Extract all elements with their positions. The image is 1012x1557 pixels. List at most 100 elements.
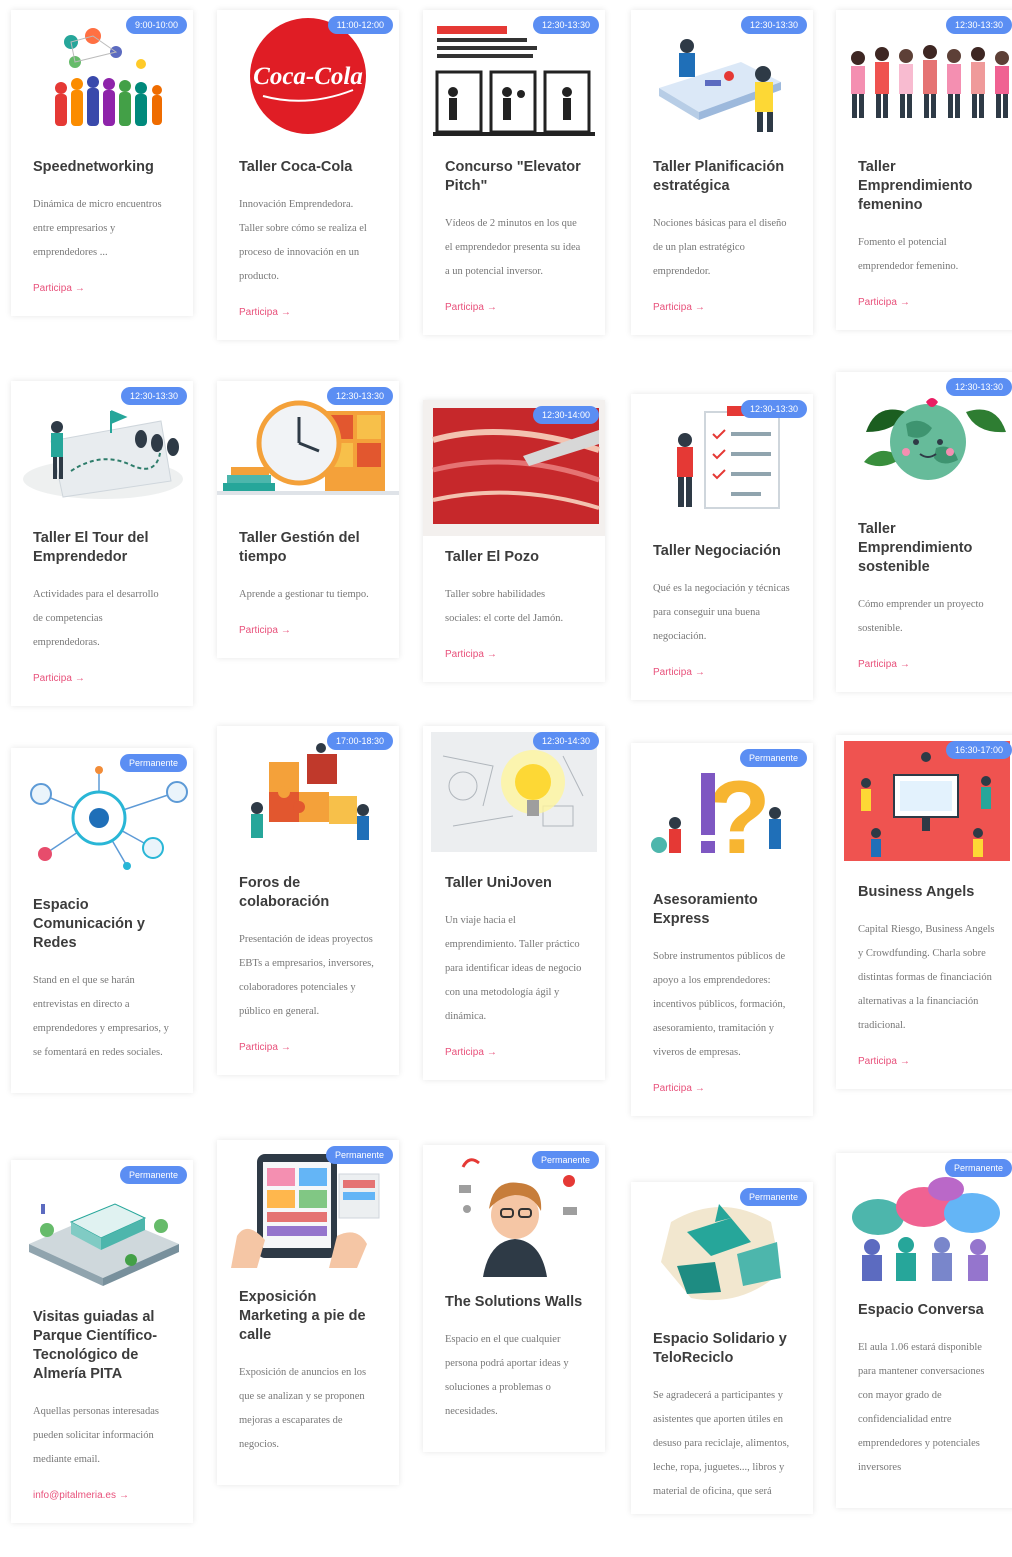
card-image: Permanente [423,1145,605,1281]
participa-link[interactable]: Participa → [653,302,705,313]
participa-label: Participa [239,625,278,636]
arrow-icon: → [118,1490,129,1501]
time-badge: 11:00-12:00 [327,16,393,34]
participa-link[interactable]: Participa → [239,625,291,636]
time-badge: 17:00-18:30 [326,732,393,750]
participa-link[interactable]: Participa → [445,1047,497,1058]
participa-label: Participa [653,302,692,313]
event-card[interactable]: 17:00-18:30 Foros de colaboración Presen… [217,726,399,1075]
arrow-icon: → [899,297,910,308]
participa-link[interactable]: Participa → [239,1042,291,1053]
arrow-icon: → [280,1042,291,1053]
card-image: Permanente [11,748,193,884]
event-card[interactable]: ? Permanente Asesoramiento Express Sobre… [631,743,813,1116]
participa-link[interactable]: Participa → [653,1083,705,1094]
event-card[interactable]: 12:30-13:30 Concurso "Elevator Pitch" Ví… [423,10,605,335]
arrow-icon: → [486,649,497,660]
card-description: Actividades para el desarrollo de compet… [33,589,159,648]
arrow-icon: → [486,1047,497,1058]
event-card[interactable]: 9:00-10:00 Speednetworking Dinámica de m… [11,10,193,316]
participa-link[interactable]: Participa → [858,659,910,670]
card-description: Dinámica de micro encuentros entre empre… [33,199,162,258]
card-image: Permanente [836,1153,1012,1289]
time-badge: 12:30-13:30 [740,400,807,418]
card-title: Taller Coca-Cola [239,159,353,175]
card-image: 9:00-10:00 [11,10,193,146]
card-description: Vídeos de 2 minutos en los que el empren… [445,218,581,277]
event-card[interactable]: 12:30-13:30 Taller Emprendimiento femeni… [836,10,1012,330]
time-badge: Permanente [944,1159,1012,1177]
event-card[interactable]: 12:30-13:30 Taller Planificación estraté… [631,10,813,335]
card-image: 12:30-13:30 [836,372,1012,508]
svg-text:?: ? [707,760,771,876]
arrow-icon: → [694,1083,705,1094]
participa-link[interactable]: Participa → [33,673,85,684]
event-card[interactable]: 12:30-13:30 Taller El Tour del Emprended… [11,381,193,706]
participa-link[interactable]: Participa → [445,302,497,313]
time-badge: 12:30-14:30 [532,732,599,750]
card-image: 12:30-13:30 [631,10,813,146]
card-title: Asesoramiento Express [653,892,758,927]
time-badge: Permanente [531,1151,599,1169]
card-image: 12:30-14:00 [423,400,605,536]
email-link[interactable]: info@pitalmeria.es → [33,1490,129,1501]
time-badge: Permanente [739,749,807,767]
card-title: Foros de colaboración [239,875,330,910]
arrow-icon: → [280,307,291,318]
event-card[interactable]: Permanente Exposición Marketing a pie de… [217,1140,399,1485]
event-card[interactable]: 12:30-14:30 Taller UniJoven Un viaje hac… [423,726,605,1080]
card-description: Qué es la negociación y técnicas para co… [653,583,790,642]
participa-label: Participa [858,297,897,308]
participa-link[interactable]: Participa → [33,283,85,294]
card-description: Sobre instrumentos públicos de apoyo a l… [653,951,786,1058]
card-description: Exposición de anuncios en los que se ana… [239,1367,367,1450]
event-card[interactable]: Coca-Cola 11:00-12:00 Taller Coca-Cola I… [217,10,399,340]
card-title: Taller Emprendimiento sostenible [858,521,973,575]
event-card[interactable]: Permanente Espacio Solidario y TeloRecic… [631,1182,813,1514]
time-badge: 12:30-14:00 [532,406,599,424]
card-description: Aquellas personas interesadas pueden sol… [33,1406,159,1465]
svg-text:Coca-Cola: Coca-Cola [253,63,363,90]
card-image: 12:30-13:30 [423,10,605,146]
event-card[interactable]: 12:30-14:00 Taller El Pozo Taller sobre … [423,400,605,682]
arrow-icon: → [899,659,910,670]
card-description: Taller sobre habilidades sociales: el co… [445,589,564,624]
card-title: Taller Planificación estratégica [653,159,785,194]
time-badge: 12:30-13:30 [120,387,187,405]
card-description: El aula 1.06 estará disponible para mant… [858,1342,985,1473]
arrow-icon: → [899,1056,910,1067]
participa-label: Participa [239,307,278,318]
time-badge: 9:00-10:00 [125,16,187,34]
event-card[interactable]: Permanente Espacio Comunicación y Redes … [11,748,193,1093]
card-title: Espacio Solidario y TeloReciclo [653,1331,787,1366]
participa-label: Participa [445,649,484,660]
event-card[interactable]: Permanente The Solutions Walls Espacio e… [423,1145,605,1452]
event-card[interactable]: Permanente Espacio Conversa El aula 1.06… [836,1153,1012,1508]
participa-link[interactable]: Participa → [239,307,291,318]
participa-link[interactable]: Participa → [653,667,705,678]
participa-label: Participa [653,1083,692,1094]
card-description: Nociones básicas para el diseño de un pl… [653,218,787,277]
event-card[interactable]: Permanente Visitas guiadas al Parque Cie… [11,1160,193,1523]
card-title: Taller Negociación [653,543,781,559]
participa-link[interactable]: Participa → [858,297,910,308]
participa-label: Participa [33,283,72,294]
card-image: 12:30-13:30 [836,10,1012,146]
participa-label: Participa [858,659,897,670]
participa-link[interactable]: Participa → [445,649,497,660]
card-description: Un viaje hacia el emprendimiento. Taller… [445,915,582,1022]
card-title: Business Angels [858,884,975,900]
email-label: info@pitalmeria.es [33,1490,116,1501]
time-badge: 12:30-13:30 [945,378,1012,396]
event-card[interactable]: 12:30-13:30 Taller Gestión del tiempo Ap… [217,381,399,658]
event-card[interactable]: 12:30-13:30 Taller Negociación Qué es la… [631,394,813,700]
time-badge: 12:30-13:30 [945,16,1012,34]
participa-link[interactable]: Participa → [858,1056,910,1067]
arrow-icon: → [694,302,705,313]
card-image: Permanente [631,1182,813,1318]
event-card[interactable]: 16:30-17:00 Business Angels Capital Ries… [836,735,1012,1089]
time-badge: Permanente [119,754,187,772]
card-title: Espacio Conversa [858,1302,984,1318]
event-card[interactable]: 12:30-13:30 Taller Emprendimiento sosten… [836,372,1012,692]
participa-label: Participa [445,1047,484,1058]
